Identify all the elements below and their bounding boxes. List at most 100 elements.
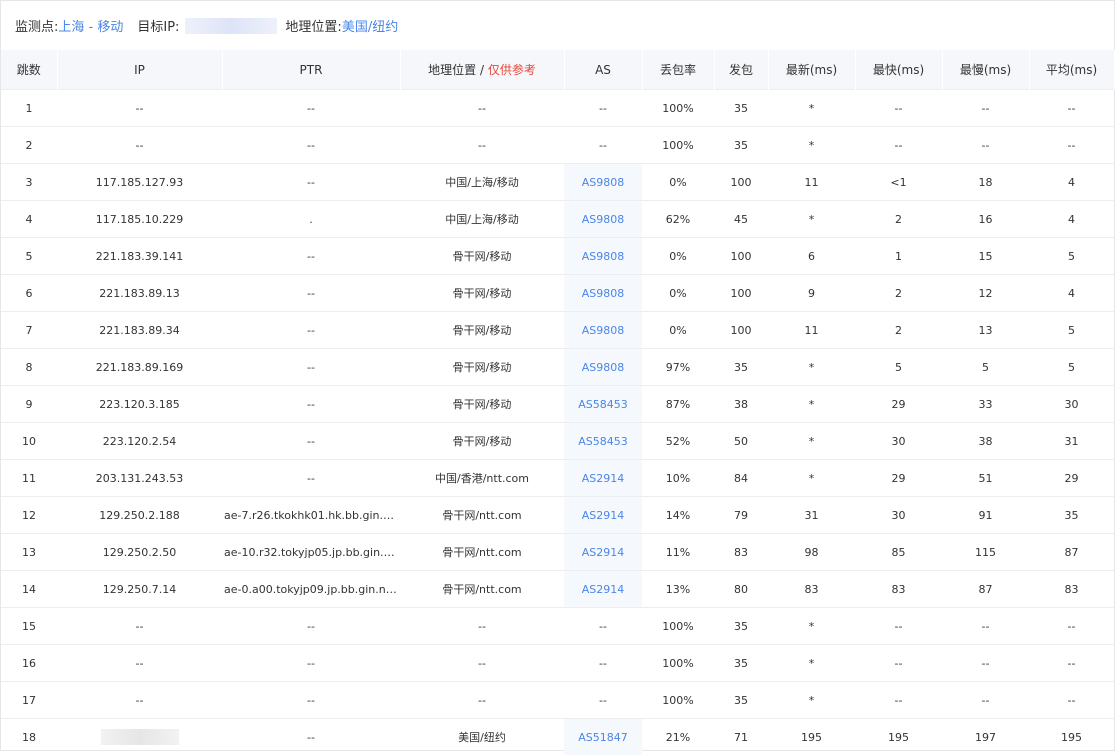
cell-ip: -- (57, 127, 222, 164)
cell-slowest: 18 (942, 164, 1029, 201)
col-geo: 地理位置 / 仅供参考 (400, 50, 564, 90)
cell-loss: 13% (642, 571, 714, 608)
cell-fastest: 29 (855, 386, 942, 423)
cell-ip: -- (57, 90, 222, 127)
cell-hop: 16 (1, 645, 57, 682)
cell-hop: 6 (1, 275, 57, 312)
cell-slowest: 87 (942, 571, 1029, 608)
cell-sent: 35 (714, 127, 768, 164)
table-row: 16--------100%35*------ (1, 645, 1114, 682)
cell-latest: * (768, 90, 855, 127)
col-hop: 跳数 (1, 50, 57, 90)
target-ip-label: 目标IP: (137, 16, 179, 35)
cell-geo: -- (400, 682, 564, 719)
cell-hop: 13 (1, 534, 57, 571)
cell-latest: 83 (768, 571, 855, 608)
col-geo-label: 地理位置 / (428, 63, 488, 77)
cell-geo: 骨干网/移动 (400, 386, 564, 423)
cell-as[interactable]: AS2914 (564, 571, 642, 608)
cell-slowest: -- (942, 682, 1029, 719)
cell-latest: 195 (768, 719, 855, 755)
cell-geo: 骨干网/移动 (400, 238, 564, 275)
cell-loss: 11% (642, 534, 714, 571)
cell-latest: * (768, 460, 855, 497)
cell-fastest: 29 (855, 460, 942, 497)
cell-fastest: 30 (855, 497, 942, 534)
cell-hop: 1 (1, 90, 57, 127)
cell-as[interactable]: AS58453 (564, 386, 642, 423)
col-fastest: 最快(ms) (855, 50, 942, 90)
cell-as[interactable]: AS2914 (564, 534, 642, 571)
col-avg: 平均(ms) (1029, 50, 1114, 90)
cell-as[interactable]: AS9808 (564, 312, 642, 349)
cell-geo: 骨干网/ntt.com (400, 497, 564, 534)
monitor-point-value[interactable]: 上海 - 移动 (58, 16, 123, 35)
cell-avg: 195 (1029, 719, 1114, 755)
geo-location-label: 地理位置: (285, 16, 341, 35)
cell-avg: 83 (1029, 571, 1114, 608)
cell-as[interactable]: AS9808 (564, 349, 642, 386)
cell-geo: 美国/纽约 (400, 719, 564, 755)
cell-avg: 4 (1029, 164, 1114, 201)
cell-avg: 30 (1029, 386, 1114, 423)
cell-ip: -- (57, 608, 222, 645)
cell-as[interactable]: AS9808 (564, 164, 642, 201)
cell-slowest: 115 (942, 534, 1029, 571)
geo-location-value[interactable]: 美国/纽约 (342, 16, 398, 35)
cell-as[interactable]: AS2914 (564, 460, 642, 497)
cell-fastest: -- (855, 90, 942, 127)
cell-ptr: ae-10.r32.tokyjp05.jp.bb.gin.n... (222, 534, 400, 571)
cell-as[interactable]: AS51847 (564, 719, 642, 755)
cell-slowest: 33 (942, 386, 1029, 423)
cell-avg: -- (1029, 608, 1114, 645)
cell-hop: 17 (1, 682, 57, 719)
cell-sent: 35 (714, 608, 768, 645)
cell-fastest: 30 (855, 423, 942, 460)
cell-loss: 21% (642, 719, 714, 755)
cell-ip: 203.131.243.53 (57, 460, 222, 497)
cell-ptr: -- (222, 238, 400, 275)
cell-avg: -- (1029, 645, 1114, 682)
cell-as[interactable]: AS9808 (564, 201, 642, 238)
cell-avg: 35 (1029, 497, 1114, 534)
cell-latest: * (768, 386, 855, 423)
cell-latest: * (768, 423, 855, 460)
cell-sent: 84 (714, 460, 768, 497)
cell-ip: 129.250.7.14 (57, 571, 222, 608)
cell-as[interactable]: AS58453 (564, 423, 642, 460)
col-as: AS (564, 50, 642, 90)
cell-as[interactable]: AS9808 (564, 275, 642, 312)
cell-sent: 35 (714, 90, 768, 127)
cell-geo: 骨干网/移动 (400, 312, 564, 349)
cell-ptr: . (222, 201, 400, 238)
monitor-info-bar: 监测点: 上海 - 移动 目标IP: 地理位置: 美国/纽约 (1, 1, 1114, 50)
cell-sent: 45 (714, 201, 768, 238)
col-slowest: 最慢(ms) (942, 50, 1029, 90)
cell-loss: 0% (642, 164, 714, 201)
cell-latest: 9 (768, 275, 855, 312)
cell-avg: 31 (1029, 423, 1114, 460)
cell-sent: 35 (714, 682, 768, 719)
cell-as[interactable]: AS2914 (564, 497, 642, 534)
table-header-row: 跳数 IP PTR 地理位置 / 仅供参考 AS 丢包率 发包 最新(ms) 最… (1, 50, 1114, 90)
col-ptr: PTR (222, 50, 400, 90)
cell-as[interactable]: AS9808 (564, 238, 642, 275)
cell-hop: 3 (1, 164, 57, 201)
cell-ptr: -- (222, 275, 400, 312)
cell-ptr: -- (222, 645, 400, 682)
cell-fastest: 1 (855, 238, 942, 275)
cell-ptr: -- (222, 423, 400, 460)
cell-latest: * (768, 127, 855, 164)
cell-sent: 50 (714, 423, 768, 460)
cell-avg: 5 (1029, 312, 1114, 349)
cell-hop: 18 (1, 719, 57, 755)
cell-hop: 9 (1, 386, 57, 423)
cell-ip: -- (57, 645, 222, 682)
cell-hop: 2 (1, 127, 57, 164)
cell-ip: 117.185.127.93 (57, 164, 222, 201)
cell-fastest: -- (855, 608, 942, 645)
cell-loss: 100% (642, 645, 714, 682)
cell-slowest: 197 (942, 719, 1029, 755)
cell-fastest: 2 (855, 201, 942, 238)
cell-slowest: 13 (942, 312, 1029, 349)
